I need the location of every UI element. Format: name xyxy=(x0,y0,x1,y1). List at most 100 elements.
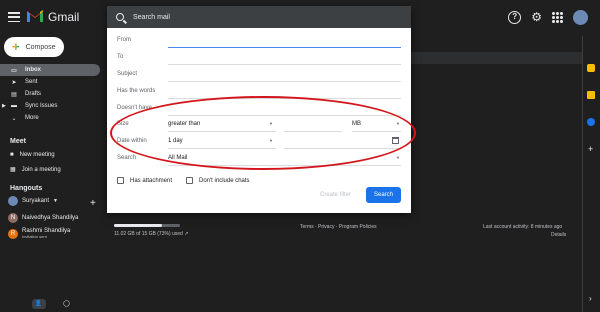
storage-text[interactable]: 11.02 GB of 15 GB (73%) used ↗ xyxy=(114,231,188,237)
gear-icon[interactable]: ⚙ xyxy=(531,11,542,24)
hangout-contact[interactable]: N Naivedhya Shandilya xyxy=(8,213,78,223)
send-icon: ➤ xyxy=(11,79,17,86)
side-panel: + › xyxy=(582,36,600,312)
terms-links[interactable]: Terms · Privacy · Program Policies xyxy=(300,224,377,230)
subject-field[interactable]: Subject xyxy=(117,70,401,82)
gmail-logo-icon[interactable] xyxy=(27,9,43,22)
to-label: To xyxy=(117,54,124,60)
search-icon[interactable] xyxy=(116,13,124,21)
video-camera-icon: ■ xyxy=(10,152,14,158)
search-scope-underline xyxy=(168,165,401,166)
calendar-icon[interactable] xyxy=(392,137,399,144)
from-label: From xyxy=(117,37,131,43)
advanced-search-dialog: Search mail From To Subject Has the word… xyxy=(107,6,411,213)
sidebar-item-inbox[interactable]: ▭ Inbox xyxy=(0,64,100,76)
search-button[interactable]: Search xyxy=(366,187,401,203)
to-input[interactable] xyxy=(168,64,401,65)
sidebar-item-sent[interactable]: ➤ Sent xyxy=(0,76,100,88)
account-avatar[interactable] xyxy=(573,10,588,25)
has-attachment-checkbox[interactable]: Has attachment xyxy=(117,177,172,184)
doesnt-have-field[interactable]: Doesn't have xyxy=(117,104,401,116)
size-operator-underline xyxy=(168,131,276,132)
checkbox-icon[interactable] xyxy=(186,177,194,184)
calendar-addon-icon[interactable] xyxy=(587,64,595,72)
sidebar-item-sync-issues[interactable]: ▶ ▬ Sync Issues xyxy=(0,100,100,112)
new-meeting-label: New meeting xyxy=(19,152,55,158)
chat-bubble-icon[interactable]: ◯ xyxy=(60,299,74,309)
app-brand[interactable]: Gmail xyxy=(48,10,79,24)
hangouts-bottom-bar: 👤 ◯ xyxy=(0,296,105,312)
add-addon-icon[interactable]: + xyxy=(588,144,593,154)
size-value-input[interactable] xyxy=(284,131,342,132)
date-input[interactable] xyxy=(284,148,401,149)
main-menu-icon[interactable] xyxy=(8,12,20,22)
to-field[interactable]: To xyxy=(117,53,401,65)
create-filter-button[interactable]: Create filter xyxy=(320,192,351,198)
date-label: Date within xyxy=(117,138,147,144)
compose-plus-icon: + xyxy=(12,39,20,54)
sidebar-item-drafts[interactable]: ▤ Drafts xyxy=(0,88,100,100)
has-words-label: Has the words xyxy=(117,88,156,94)
avatar xyxy=(8,196,18,206)
chevron-down-icon: ▼ xyxy=(53,198,58,204)
size-unit-select[interactable]: MB xyxy=(352,121,361,127)
details-link[interactable]: Details xyxy=(551,232,566,238)
checkbox-icon[interactable] xyxy=(117,177,124,184)
subject-label: Subject xyxy=(117,71,138,77)
add-hangout-icon[interactable]: + xyxy=(90,198,96,209)
sidebar-item-more[interactable]: ⌄ More xyxy=(0,112,100,124)
search-scope-select[interactable]: All Mail xyxy=(168,155,187,161)
external-link-icon[interactable]: ↗ xyxy=(184,231,188,237)
compose-button[interactable]: + Compose xyxy=(4,37,64,57)
help-icon[interactable]: ? xyxy=(508,11,522,24)
subject-input[interactable] xyxy=(168,81,401,82)
search-input[interactable]: Search mail xyxy=(133,14,170,21)
has-words-field[interactable]: Has the words xyxy=(117,87,401,99)
search-scope-row: Search All Mail ▼ xyxy=(117,154,401,166)
no-chats-label: Don't include chats xyxy=(199,177,250,184)
sidebar-item-label: Sync Issues xyxy=(25,103,58,109)
hangout-contact[interactable]: R Rashmi Shandilya Invitation sent xyxy=(8,228,70,239)
inbox-icon: ▭ xyxy=(11,67,17,74)
draft-icon: ▤ xyxy=(11,91,17,98)
tasks-addon-icon[interactable] xyxy=(587,118,595,126)
keep-addon-icon[interactable] xyxy=(587,91,595,99)
date-within-select[interactable]: 1 day xyxy=(168,138,183,144)
no-chats-checkbox[interactable]: Don't include chats xyxy=(186,177,250,184)
avatar: R xyxy=(8,228,18,239)
sidebar-item-label: Inbox xyxy=(25,67,41,73)
doesnt-have-input[interactable] xyxy=(168,115,401,116)
size-unit-underline xyxy=(352,131,401,132)
avatar: N xyxy=(8,213,18,223)
expand-caret-icon[interactable]: ▶ xyxy=(2,103,6,109)
chevron-right-icon[interactable]: › xyxy=(589,294,592,303)
meet-section-title: Meet xyxy=(10,138,26,145)
has-words-input[interactable] xyxy=(168,98,401,99)
join-meeting-button[interactable]: ▦ Join a meeting xyxy=(10,166,61,174)
search-bar[interactable]: Search mail xyxy=(107,6,411,28)
compose-label: Compose xyxy=(25,43,56,51)
person-icon[interactable]: 👤 xyxy=(31,299,46,309)
account-activity: Last account activity: 8 minutes ago xyxy=(483,224,563,230)
contact-name: Naivedhya Shandilya xyxy=(22,215,79,221)
hangouts-me[interactable]: Suryakant ▼ xyxy=(8,196,58,206)
chevron-down-icon[interactable]: ▼ xyxy=(396,155,400,160)
join-meeting-label: Join a meeting xyxy=(21,166,61,173)
chevron-down-icon[interactable]: ▼ xyxy=(396,121,400,126)
search-options: Has attachment Don't include chats xyxy=(117,177,250,184)
doesnt-have-label: Doesn't have xyxy=(117,105,152,111)
size-label: Size xyxy=(117,121,129,127)
new-meeting-button[interactable]: ■ New meeting xyxy=(10,152,55,158)
sidebar-nav: ▭ Inbox ➤ Sent ▤ Drafts ▶ ▬ Sync Issues … xyxy=(0,64,100,124)
folder-icon: ▬ xyxy=(11,103,17,109)
keyboard-icon: ▦ xyxy=(10,167,16,173)
storage-usage: 11.02 GB of 15 GB (73%) used xyxy=(114,231,183,237)
apps-grid-icon[interactable] xyxy=(552,12,563,23)
from-input[interactable] xyxy=(168,47,401,48)
chevron-down-icon[interactable]: ▼ xyxy=(269,138,273,143)
chevron-down-icon[interactable]: ▼ xyxy=(269,121,273,126)
email-list-row[interactable] xyxy=(410,52,582,64)
from-field[interactable]: From xyxy=(117,36,401,48)
size-operator-select[interactable]: greater than xyxy=(168,121,200,127)
contact-status: Invitation sent xyxy=(22,234,47,239)
